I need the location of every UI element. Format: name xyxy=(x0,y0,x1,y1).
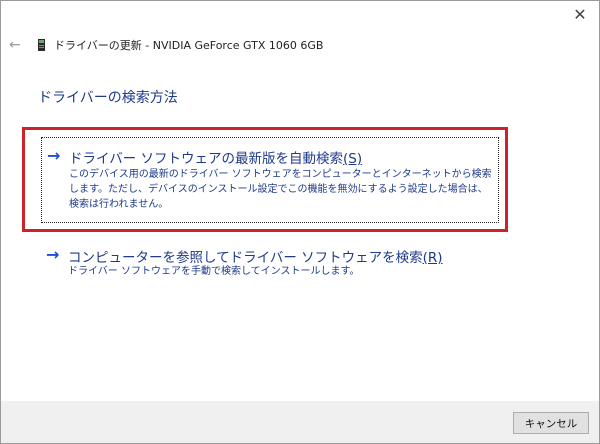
option-auto-search-description: このデバイス用の最新のドライバー ソフトウェアをコンピューターとインターネットか… xyxy=(69,169,492,210)
graphics-card-icon xyxy=(38,39,45,51)
close-icon: ✕ xyxy=(573,4,587,24)
arrow-right-icon: → xyxy=(46,245,60,264)
option-auto-search[interactable]: → ドライバー ソフトウェアの最新版を自動検索(S) このデバイス用の最新のドラ… xyxy=(41,137,499,223)
back-button[interactable]: ← xyxy=(9,37,29,53)
arrow-right-icon: → xyxy=(47,146,61,165)
back-arrow-icon: ← xyxy=(9,37,21,53)
close-button[interactable]: ✕ xyxy=(567,3,593,25)
window-title: ドライバーの更新 - NVIDIA GeForce GTX 1060 6GB xyxy=(54,39,324,52)
option-auto-search-label: ドライバー ソフトウェアの最新版を自動検索(S) xyxy=(69,151,363,167)
footer-bar: キャンセル xyxy=(1,401,599,443)
page-title: ドライバーの検索方法 xyxy=(38,90,178,106)
option-browse-computer[interactable]: → コンピューターを参照してドライバー ソフトウェアを検索(R) ドライバー ソ… xyxy=(41,243,481,283)
option-browse-computer-label: コンピューターを参照してドライバー ソフトウェアを検索(R) xyxy=(68,250,443,266)
cancel-button[interactable]: キャンセル xyxy=(513,412,589,434)
header: ← ドライバーの更新 - NVIDIA GeForce GTX 1060 6GB xyxy=(9,37,323,53)
option-browse-computer-description: ドライバー ソフトウェアを手動で検索してインストールします。 xyxy=(68,266,360,277)
